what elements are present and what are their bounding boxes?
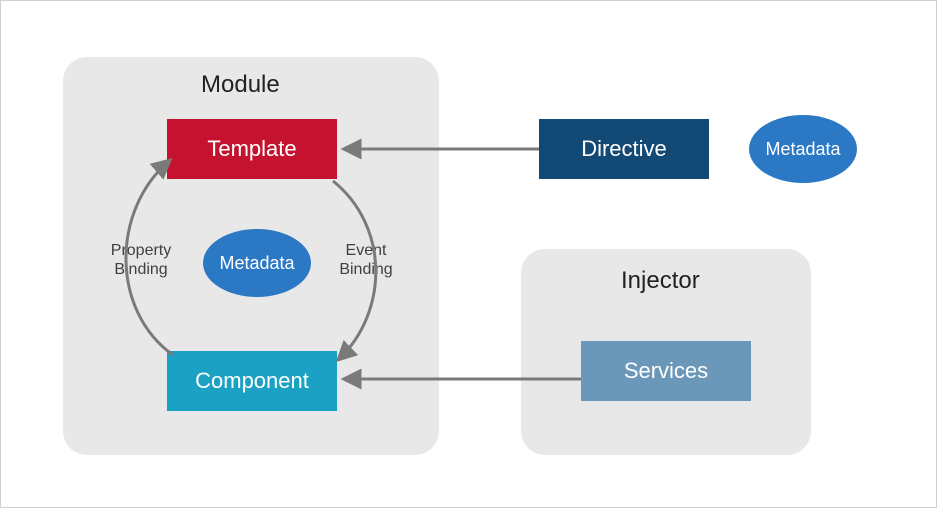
- diagram-frame: Module Template Component Metadata Prope…: [0, 0, 937, 508]
- event-binding-text: Event Binding: [339, 242, 392, 278]
- directive-metadata-ellipse: Metadata: [749, 115, 857, 183]
- template-box: Template: [167, 119, 337, 179]
- event-binding-label: Event Binding: [331, 241, 401, 279]
- module-metadata-ellipse: Metadata: [203, 229, 311, 297]
- directive-box: Directive: [539, 119, 709, 179]
- injector-title: Injector: [621, 267, 700, 295]
- services-box: Services: [581, 341, 751, 401]
- component-box: Component: [167, 351, 337, 411]
- property-binding-text: Property Binding: [111, 242, 171, 278]
- property-binding-label: Property Binding: [101, 241, 181, 279]
- module-title: Module: [201, 71, 280, 99]
